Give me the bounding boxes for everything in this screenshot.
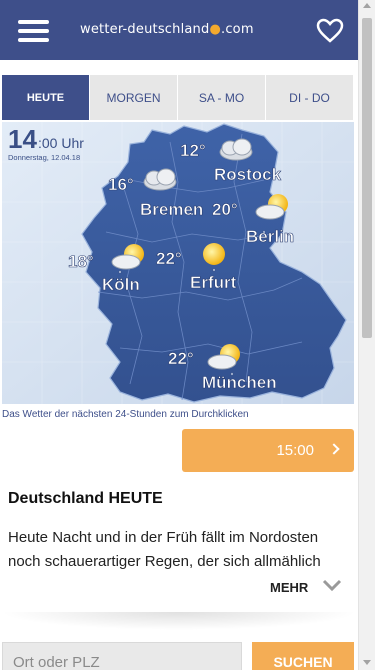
chevron-right-icon <box>328 443 340 455</box>
city-muenchen: München <box>202 373 277 392</box>
logo-sun-dot: ● <box>209 22 221 37</box>
city-rostock: Rostock <box>214 165 282 184</box>
sun-icon <box>203 243 225 265</box>
forecast-tabs: HEUTE MORGEN SA - MO DI - DO <box>2 75 354 120</box>
next-time-label: 15:00 <box>276 442 314 459</box>
logo[interactable]: wetter-deutschland●.com <box>80 22 254 37</box>
temp-erfurt: 22° <box>156 249 182 268</box>
scroll-down-arrow-icon[interactable] <box>363 660 371 665</box>
scroll-thumb[interactable] <box>362 18 372 338</box>
scroll-up-arrow-icon[interactable] <box>363 3 371 8</box>
tab-di-do[interactable]: DI - DO <box>266 75 354 120</box>
location-search-input[interactable] <box>2 642 242 670</box>
section-title: Deutschland HEUTE <box>8 490 163 507</box>
map-caption: Das Wetter der nächsten 24-Stunden zum D… <box>2 409 249 420</box>
temp-muenchen: 22° <box>168 349 194 368</box>
menu-icon[interactable] <box>18 20 49 42</box>
tab-sa-mo[interactable]: SA - MO <box>178 75 266 120</box>
forecast-text: Heute Nacht und in der Früh fällt im Nor… <box>8 529 321 570</box>
chevron-down-icon[interactable] <box>322 578 342 592</box>
tab-morgen[interactable]: MORGEN <box>90 75 178 120</box>
logo-text: wetter-deutschland <box>80 22 210 37</box>
temp-berlin: 20° <box>212 200 238 219</box>
top-bar: wetter-deutschland●.com <box>0 0 358 60</box>
city-bremen: Bremen <box>140 200 203 219</box>
divider <box>0 612 358 630</box>
temp-bremen: 16° <box>108 175 134 194</box>
time-suffix: :00 Uhr <box>38 135 84 151</box>
next-time-button[interactable]: 15:00 <box>182 429 354 472</box>
tab-heute[interactable]: HEUTE <box>2 75 90 120</box>
city-berlin: Berlin <box>246 227 294 246</box>
more-link[interactable]: MEHR <box>270 580 308 595</box>
city-erfurt: Erfurt <box>190 273 237 292</box>
cloud-icon <box>143 168 177 191</box>
search-button[interactable]: SUCHEN <box>252 642 354 670</box>
logo-domain: .com <box>221 22 254 37</box>
scrollbar[interactable] <box>358 0 375 670</box>
date-label: Donnerstag, 12.04.18 <box>8 153 80 162</box>
weather-map[interactable]: 14 :00 Uhr Donnerstag, 12.04.18 12° Rost… <box>2 122 354 404</box>
city-koeln: Köln <box>102 275 140 294</box>
time-hour: 14 <box>8 124 37 154</box>
temp-koeln: 18° <box>68 252 94 271</box>
cloud-icon <box>219 138 253 161</box>
temp-rostock: 12° <box>180 141 206 160</box>
favorite-heart-icon[interactable] <box>316 18 344 44</box>
